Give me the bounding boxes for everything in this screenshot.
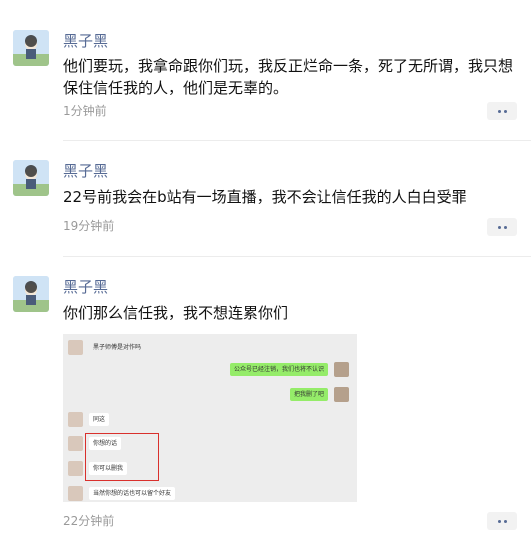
self-avatar: [334, 387, 349, 402]
chat-message-left: 同这: [68, 412, 110, 427]
chat-bubble: 同这: [89, 413, 110, 426]
contact-avatar: [68, 340, 83, 355]
post-time: 19分钟前: [63, 219, 115, 233]
contact-avatar: [68, 412, 83, 427]
author-name[interactable]: 黑子黑: [63, 161, 108, 181]
chat-message-left: 当然你想的话也可以留个好友: [68, 486, 176, 501]
divider: [63, 256, 531, 257]
post-text: 他们要玩，我拿命跟你们玩，我反正烂命一条，死了无所谓，我只想保住信任我的人，他们…: [63, 57, 514, 97]
divider: [63, 140, 531, 141]
avatar[interactable]: [13, 30, 49, 66]
chat-screenshot-image[interactable]: 黑子师傅是对作吗 公众号已经注销，我们也将不认识 把我删了吧 同这 你想的话 你…: [63, 334, 357, 502]
post-text: 22号前我会在b站有一场直播，我不会让信任我的人白白受罪: [63, 188, 467, 206]
more-options-button[interactable]: [487, 102, 517, 120]
author-name[interactable]: 黑子黑: [63, 277, 108, 297]
post-time: 22分钟前: [63, 514, 115, 528]
chat-message-left: 黑子师傅是对作吗: [68, 340, 145, 355]
more-options-button[interactable]: [487, 218, 517, 236]
chat-bubble: 把我删了吧: [289, 388, 328, 401]
avatar[interactable]: [13, 276, 49, 312]
contact-avatar: [68, 436, 83, 451]
contact-avatar: [68, 486, 83, 501]
post-text: 你们那么信任我，我不想连累你们: [63, 304, 289, 322]
avatar[interactable]: [13, 160, 49, 196]
contact-avatar: [68, 461, 83, 476]
chat-bubble: 当然你想的话也可以留个好友: [89, 487, 176, 500]
highlight-box: [85, 433, 159, 481]
chat-bubble: 公众号已经注销，我们也将不认识: [229, 363, 328, 376]
self-avatar: [334, 362, 349, 377]
post-time: 1分钟前: [63, 104, 107, 118]
more-options-button[interactable]: [487, 512, 517, 530]
chat-bubble: 黑子师傅是对作吗: [93, 344, 142, 351]
chat-message-right: 把我删了吧: [289, 387, 349, 402]
author-name[interactable]: 黑子黑: [63, 31, 108, 51]
chat-message-right: 公众号已经注销，我们也将不认识: [229, 362, 349, 377]
